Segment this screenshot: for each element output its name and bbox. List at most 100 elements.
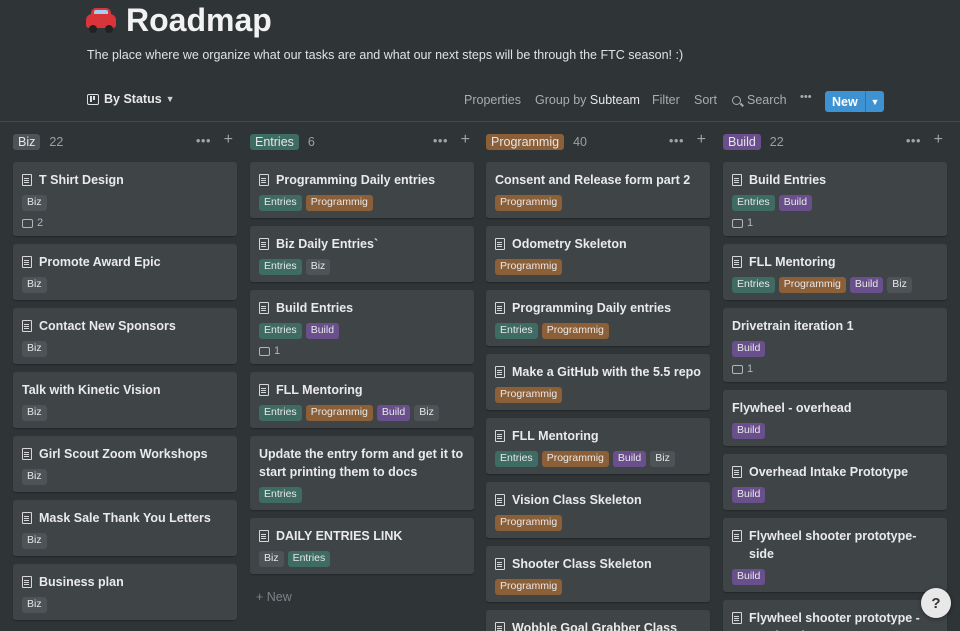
board-card[interactable]: Talk with Kinetic Vision Biz xyxy=(13,372,237,428)
board-card[interactable]: Make a GitHub with the 5.5 repo Programmi… xyxy=(486,354,710,410)
subteam-tag: Entries xyxy=(495,323,538,339)
board-card[interactable]: Flywheel shooter prototype- side Build xyxy=(723,518,947,592)
board-card[interactable]: FLL Mentoring Entries Programmig Build Biz xyxy=(486,418,710,474)
filter-button[interactable]: Filter xyxy=(652,93,680,107)
subteam-tag: Biz xyxy=(22,533,47,549)
card-tags: Entries Programmig Build Biz xyxy=(259,405,465,421)
card-title-row: Build Entries xyxy=(732,171,938,189)
group-by-button[interactable]: Group by Subteam xyxy=(535,93,640,107)
board-card[interactable]: Overhead Intake Prototype Build xyxy=(723,454,947,510)
board-card[interactable]: Flywheel shooter prototype - overhead xyxy=(723,600,947,631)
plus-icon[interactable]: + xyxy=(461,131,470,149)
view-label: By Status xyxy=(104,92,162,106)
card-title-row: Programming Daily entries xyxy=(259,171,465,189)
column-header: Programmig 40 ••• + xyxy=(486,130,710,154)
board-card[interactable]: Build Entries Entries Build 1 xyxy=(250,290,474,364)
new-button-label[interactable]: New xyxy=(825,95,865,109)
card-tags: Entries Programmig Build Biz xyxy=(495,451,701,467)
comment-count-value: 1 xyxy=(274,345,281,357)
column-title[interactable]: Biz xyxy=(13,134,41,150)
new-button[interactable]: New ▼ xyxy=(825,91,884,112)
card-tags: Biz xyxy=(22,469,228,485)
subteam-tag: Programmig xyxy=(495,579,563,595)
properties-button[interactable]: Properties xyxy=(464,93,521,107)
plus-icon[interactable]: + xyxy=(934,131,943,149)
board-card[interactable]: FLL Mentoring Entries Programmig Build Biz xyxy=(250,372,474,428)
card-title: FLL Mentoring xyxy=(749,255,836,269)
page-description[interactable]: The place where we organize what our tas… xyxy=(87,48,683,62)
more-icon[interactable]: ••• xyxy=(433,133,448,148)
card-title: T Shirt Design xyxy=(39,173,124,187)
board-card[interactable]: DAILY ENTRIES LINK Biz Entries xyxy=(250,518,474,574)
plus-icon[interactable]: + xyxy=(697,131,706,149)
card-title: Odometry Skeleton xyxy=(512,237,627,251)
search-icon xyxy=(732,95,741,105)
board-card[interactable]: Shooter Class Skeleton Programmig xyxy=(486,546,710,602)
more-icon[interactable]: ••• xyxy=(669,133,684,148)
view-selector[interactable]: By Status ▼ xyxy=(87,92,175,106)
board-card[interactable]: FLL Mentoring Entries Programmig Build Biz xyxy=(723,244,947,300)
subteam-tag: Biz xyxy=(650,451,675,467)
board-card[interactable]: Girl Scout Zoom Workshops Biz xyxy=(13,436,237,492)
card-title: Promote Award Epic xyxy=(39,255,161,269)
board-card[interactable]: Flywheel - overhead Build xyxy=(723,390,947,446)
column-title[interactable]: Build xyxy=(723,134,761,150)
card-title: Contact New Sponsors xyxy=(39,319,176,333)
comment-count: 1 xyxy=(732,363,938,375)
new-card-button[interactable]: + New xyxy=(250,582,474,612)
help-button[interactable]: ? xyxy=(921,588,951,618)
card-tags: Build xyxy=(732,423,938,439)
search-button[interactable]: Search xyxy=(732,93,787,107)
subteam-tag: Programmig xyxy=(305,195,373,211)
subteam-tag: Build xyxy=(732,341,766,357)
board-card[interactable]: Mask Sale Thank You Letters Biz xyxy=(13,500,237,556)
board-card[interactable]: Drivetrain iteration 1 Build 1 xyxy=(723,308,947,382)
card-tags: Entries Programmig xyxy=(495,323,701,339)
card-tags: Build xyxy=(732,341,938,357)
card-title-row: FLL Mentoring xyxy=(259,381,465,399)
card-tags: Programmig xyxy=(495,259,701,275)
subteam-tag: Programmig xyxy=(305,405,373,421)
card-title-row: Make a GitHub with the 5.5 repo xyxy=(495,363,701,381)
board-card[interactable]: Odometry Skeleton Programmig xyxy=(486,226,710,282)
card-title: Update the entry form and get it to star… xyxy=(259,447,464,479)
chevron-down-icon[interactable]: ▼ xyxy=(866,97,884,107)
board-card[interactable]: Build Entries Entries Build 1 xyxy=(723,162,947,236)
card-title: Flywheel shooter prototype- side xyxy=(749,529,917,561)
card-title: Vision Class Skeleton xyxy=(512,493,642,507)
board-card[interactable]: Programming Daily entries Entries Programm… xyxy=(486,290,710,346)
subteam-tag: Entries xyxy=(259,259,302,275)
board-card[interactable]: Wobble Goal Grabber Class xyxy=(486,610,710,631)
board-card[interactable]: Vision Class Skeleton Programmig xyxy=(486,482,710,538)
more-options-button[interactable]: ••• xyxy=(800,91,812,103)
column-title[interactable]: Entries xyxy=(250,134,299,150)
column-title[interactable]: Programmig xyxy=(486,134,565,150)
board-card[interactable]: Consent and Release form part 2 Programmi… xyxy=(486,162,710,218)
board-card[interactable]: T Shirt Design Biz 2 xyxy=(13,162,237,236)
board-card[interactable]: Business plan Biz xyxy=(13,564,237,620)
card-title-row: Flywheel shooter prototype- side xyxy=(732,527,938,563)
card-title: Girl Scout Zoom Workshops xyxy=(39,447,208,461)
board-card[interactable]: Programming Daily entries Entries Programm… xyxy=(250,162,474,218)
subteam-tag: Biz xyxy=(22,469,47,485)
car-icon[interactable] xyxy=(84,6,118,36)
board-card[interactable]: Promote Award Epic Biz xyxy=(13,244,237,300)
board-card[interactable]: Update the entry form and get it to star… xyxy=(250,436,474,510)
plus-icon[interactable]: + xyxy=(224,131,233,149)
more-icon[interactable]: ••• xyxy=(906,133,921,148)
board-card[interactable]: Biz Daily Entries` Entries Biz xyxy=(250,226,474,282)
card-title-row: Shooter Class Skeleton xyxy=(495,555,701,573)
subteam-tag: Biz xyxy=(414,405,439,421)
subteam-tag: Programmig xyxy=(541,323,609,339)
card-title: Wobble Goal Grabber Class xyxy=(512,621,678,631)
comment-icon xyxy=(259,346,270,356)
page-icon xyxy=(495,366,505,378)
page-icon xyxy=(259,302,269,314)
more-icon[interactable]: ••• xyxy=(196,133,211,148)
title-row: Roadmap xyxy=(84,2,272,39)
page-title[interactable]: Roadmap xyxy=(126,2,272,39)
sort-button[interactable]: Sort xyxy=(694,93,717,107)
board-card[interactable]: Contact New Sponsors Biz xyxy=(13,308,237,364)
card-title: Overhead Intake Prototype xyxy=(749,465,909,479)
subteam-tag: Biz xyxy=(22,277,47,293)
